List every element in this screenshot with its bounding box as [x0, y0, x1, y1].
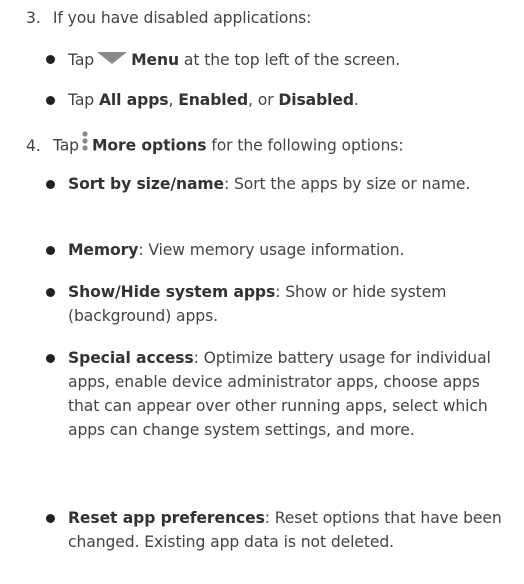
list-item: Sort by size/name: Sort the apps by size…	[46, 172, 508, 196]
option-name: Special access	[68, 349, 194, 367]
option-name: Sort by size/name	[68, 175, 224, 193]
list-item: Tap All apps, Enabled, or Disabled.	[46, 88, 508, 112]
list-item: Special access: Optimize battery usage f…	[46, 346, 508, 442]
menu-label: Menu	[131, 51, 180, 69]
more-options-icon	[82, 131, 88, 158]
bullet-dot	[46, 96, 55, 105]
disabled-label: Disabled	[278, 91, 354, 109]
step-text: If you have disabled applications:	[52, 9, 312, 27]
bullet-dot	[46, 55, 55, 64]
list-item: Tap Menu at the top left of the screen.	[46, 47, 508, 74]
step-prefix: Tap	[52, 136, 79, 155]
bullet-rest: at the top left of the screen.	[179, 51, 401, 69]
bullet-prefix: Tap	[68, 51, 95, 69]
more-options-label: More options	[91, 136, 207, 155]
option-name: Show/Hide system apps	[68, 283, 276, 301]
menu-triangle-icon	[97, 47, 128, 71]
list-item: Memory: View memory usage information.	[46, 238, 508, 262]
separator: , or	[248, 91, 279, 109]
option-description: : Sort the apps by size or name.	[224, 175, 471, 193]
step-3: 3. If you have disabled applications:	[26, 6, 516, 30]
bullet-dot	[46, 514, 55, 523]
bullet-dot	[46, 180, 55, 189]
option-description: : View memory usage information.	[138, 241, 405, 259]
step-rest: for the following options:	[206, 136, 404, 155]
list-item: Reset app preferences: Reset options tha…	[46, 506, 508, 554]
option-name: Memory	[68, 241, 139, 259]
step-number: 3.	[26, 9, 41, 27]
bullet-dot	[46, 354, 55, 363]
enabled-label: Enabled	[178, 91, 249, 109]
period: .	[353, 91, 359, 109]
step-number: 4.	[26, 136, 41, 155]
bullet-dot	[46, 246, 55, 255]
option-name: Reset app preferences	[68, 509, 265, 527]
all-apps-label: All apps	[98, 91, 169, 109]
bullet-prefix: Tap	[68, 91, 99, 109]
list-item: Show/Hide system apps: Show or hide syst…	[46, 280, 508, 328]
step-4: 4. Tap More options for the following opt…	[26, 131, 516, 161]
separator: ,	[168, 91, 179, 109]
bullet-dot	[46, 288, 55, 297]
